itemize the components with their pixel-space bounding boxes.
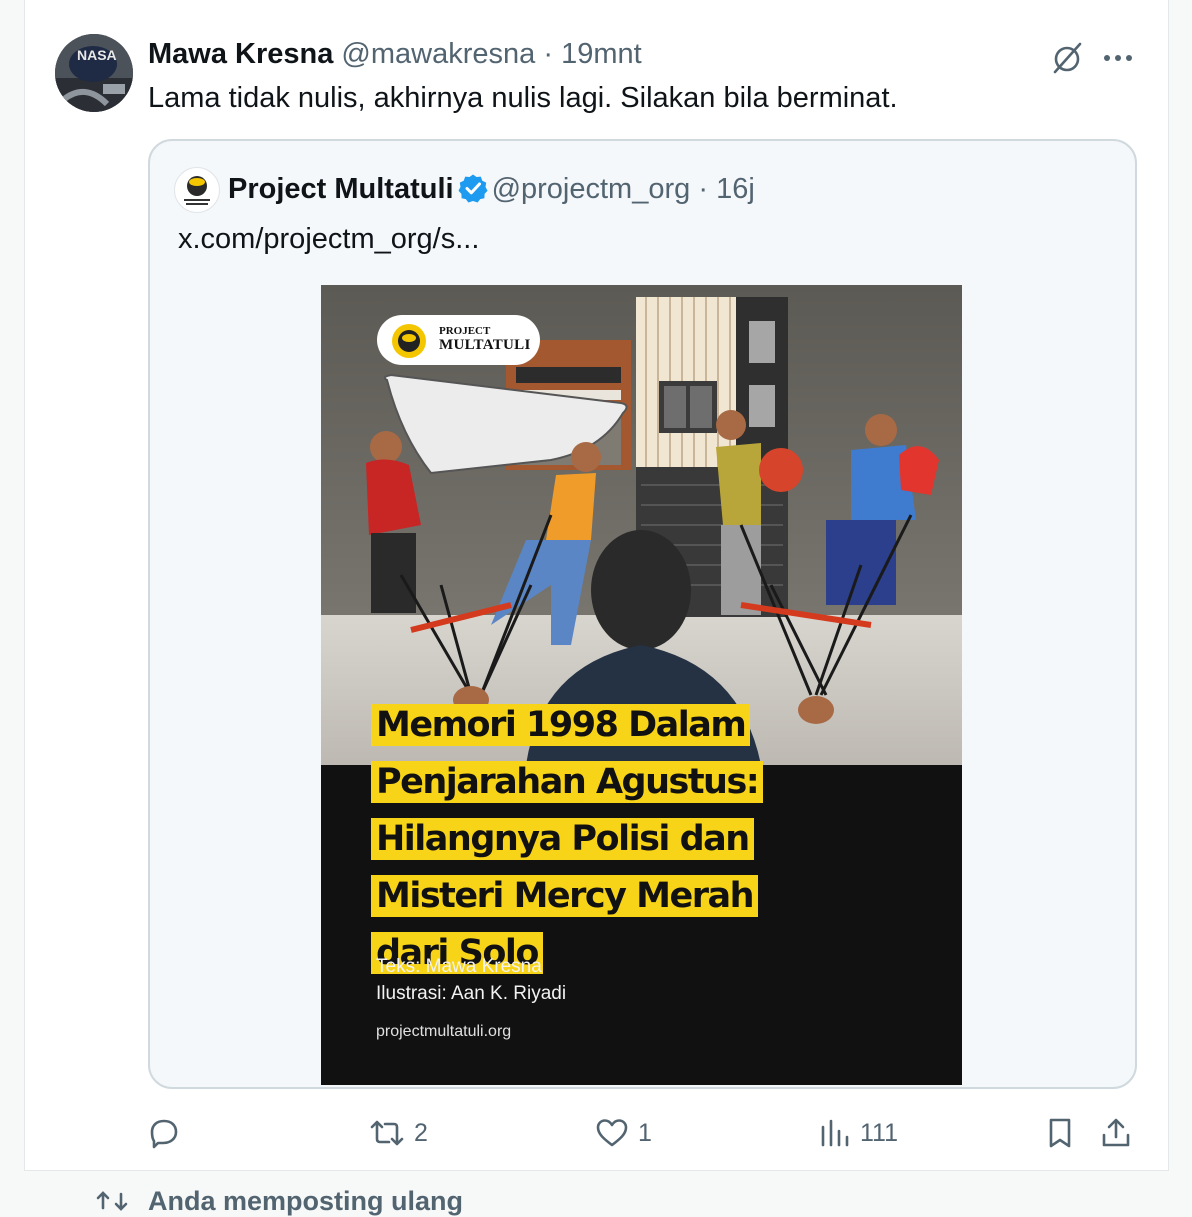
poster-logo-text: PROJECT MULTATULI — [439, 325, 531, 353]
quoted-separator-dot: · — [698, 173, 708, 205]
separator-dot: · — [543, 38, 553, 70]
avatar-image: NASA — [55, 34, 133, 112]
share-icon — [1102, 1118, 1130, 1147]
reply-button[interactable] — [146, 1108, 190, 1158]
repost-indicator-text: Anda memposting ulang — [148, 1186, 464, 1216]
quoted-media-image[interactable]: PROJECT MULTATULI Memori 1998 Dalam Penj… — [321, 285, 962, 1085]
poster-logo-line2: MULTATULI — [439, 337, 531, 353]
quoted-time[interactable]: 16j — [716, 173, 755, 205]
like-count: 1 — [638, 1118, 652, 1147]
avatar-text: NASA — [77, 47, 117, 63]
quoted-header: Project Multatuli @projectm_org · 16j — [228, 171, 755, 207]
author-handle[interactable]: @mawakresna — [341, 38, 535, 70]
post-text: Lama tidak nulis, akhirnya nulis lagi. S… — [148, 82, 898, 114]
poster-title-line: Memori 1998 Dalam — [371, 704, 751, 746]
poster-title-line: Hilangnya Polisi dan — [371, 818, 754, 860]
quoted-author-name[interactable]: Project Multatuli — [228, 173, 454, 205]
more-options-icon[interactable] — [1098, 38, 1138, 78]
views-count: 111 — [860, 1118, 899, 1147]
quoted-avatar[interactable] — [174, 167, 220, 213]
bookmark-icon — [1049, 1118, 1071, 1148]
poster-credit-illustration: Ilustrasi: Aan K. Riyadi — [376, 983, 567, 1004]
poster-site-url: projectmultatuli.org — [376, 1023, 512, 1040]
author-name[interactable]: Mawa Kresna — [148, 38, 333, 70]
like-button[interactable]: 1 — [594, 1108, 652, 1158]
grok-icon[interactable] — [1047, 38, 1087, 78]
share-button[interactable] — [1098, 1108, 1142, 1158]
repost-indicator-icon — [96, 1191, 128, 1211]
repost-count: 2 — [414, 1118, 428, 1147]
post-time[interactable]: 19mnt — [561, 38, 642, 70]
bookmark-button[interactable] — [1042, 1108, 1086, 1158]
poster-title-line: Misteri Mercy Merah — [371, 875, 759, 917]
poster-logo-line1: PROJECT — [439, 325, 491, 337]
poster-credits: Teks: Mawa Kresna Ilustrasi: Aan K. Riya… — [376, 953, 566, 1007]
quoted-author-handle[interactable]: @projectm_org — [492, 173, 691, 205]
analytics-icon — [821, 1119, 849, 1147]
post-header: Mawa Kresna @mawakresna · 19mnt — [148, 36, 642, 72]
repost-icon — [370, 1120, 404, 1146]
multatuli-portrait-icon — [392, 324, 426, 358]
poster-credit-text: Teks: Mawa Kresna — [376, 956, 542, 977]
heart-icon — [596, 1119, 628, 1147]
poster-title-line: Penjarahan Agustus: — [371, 761, 764, 803]
reply-icon — [150, 1119, 178, 1149]
repost-button[interactable]: 2 — [368, 1108, 428, 1158]
poster-title: Memori 1998 Dalam Penjarahan Agustus: Hi… — [371, 703, 931, 988]
views-button[interactable]: 111 — [818, 1108, 898, 1158]
verified-badge-icon — [458, 174, 488, 203]
project-multatuli-logo-icon — [184, 176, 210, 205]
quoted-link-text[interactable]: x.com/projectm_org/s... — [178, 221, 479, 257]
poster-logo-badge: PROJECT MULTATULI — [377, 315, 540, 365]
action-bar: 2 1 111 — [0, 1108, 1192, 1158]
avatar[interactable]: NASA — [55, 34, 133, 112]
quoted-post[interactable]: Project Multatuli @projectm_org · 16j x.… — [148, 139, 1137, 1089]
